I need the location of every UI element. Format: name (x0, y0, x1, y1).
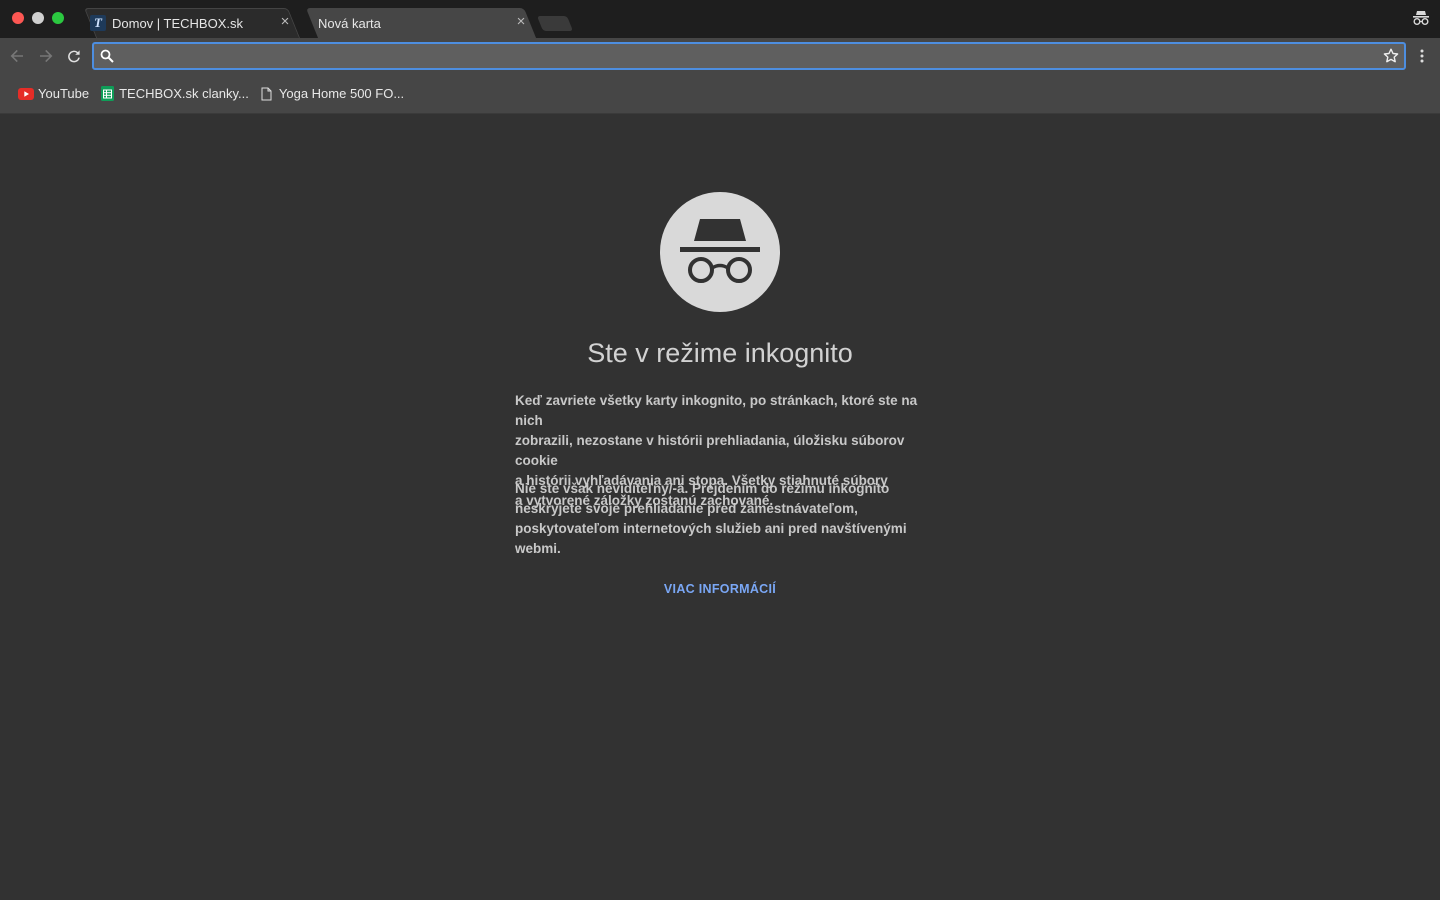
tab-techbox[interactable]: T Domov | TECHBOX.sk × (83, 8, 301, 38)
text-line: Keď zavriete všetky karty inkognito, po … (515, 393, 918, 428)
window-minimize-button[interactable] (32, 12, 44, 24)
tab-title: Nová karta (318, 15, 381, 31)
tab-close-icon[interactable]: × (278, 14, 292, 29)
text-line: poskytovateľom internetových služieb ani… (515, 521, 907, 556)
address-input[interactable] (115, 44, 1382, 68)
chrome-menu-button[interactable] (1412, 46, 1432, 66)
bookmark-youtube[interactable]: YouTube (18, 86, 89, 102)
bookmarks-bar: YouTube TECHBOX.sk clanky... Yoga Home 5… (0, 74, 1440, 114)
tab-strip: T Domov | TECHBOX.sk × Nová karta × (0, 0, 1440, 38)
youtube-icon (18, 86, 34, 102)
tab-new-tab[interactable]: Nová karta × (305, 8, 537, 38)
incognito-indicator-icon (1413, 11, 1429, 25)
incognito-spy-icon (680, 219, 760, 283)
toolbar (0, 38, 1440, 74)
text-line: zobrazili, nezostane v histórii prehliad… (515, 433, 905, 468)
search-icon (100, 49, 114, 63)
incognito-description-2: Nie ste však neviditeľný/-á. Prejdením d… (515, 479, 935, 559)
reload-button[interactable] (63, 45, 85, 67)
window-close-button[interactable] (12, 12, 24, 24)
omnibox[interactable] (92, 42, 1406, 70)
reload-icon (68, 50, 80, 63)
learn-more-link[interactable]: VIAC INFORMÁCIÍ (0, 582, 1440, 596)
tab-close-icon[interactable]: × (514, 14, 528, 29)
page-icon (259, 86, 275, 102)
more-vertical-icon (1420, 49, 1424, 63)
text-line: neskryjete svoje prehliadanie pred zames… (515, 501, 858, 516)
bookmark-label: YouTube (38, 86, 90, 101)
arrow-left-icon (10, 49, 23, 63)
sheets-icon (99, 86, 115, 102)
window-maximize-button[interactable] (52, 12, 64, 24)
page-title: Ste v režime inkognito (587, 338, 853, 368)
techbox-favicon-icon: T (90, 15, 106, 31)
incognito-page: Ste v režime inkognito Keď zavriete všet… (0, 114, 1440, 900)
arrow-right-icon (40, 49, 53, 63)
new-tab-button[interactable] (536, 16, 574, 31)
incognito-logo (660, 192, 780, 312)
bookmark-star-icon[interactable] (1382, 47, 1400, 65)
back-button[interactable] (6, 45, 28, 67)
bookmark-techbox-clanky[interactable]: TECHBOX.sk clanky... (99, 86, 249, 102)
forward-button[interactable] (35, 45, 57, 67)
bookmark-yoga-home[interactable]: Yoga Home 500 FO... (259, 86, 404, 102)
tab-title: Domov | TECHBOX.sk (112, 15, 243, 31)
bookmark-label: Yoga Home 500 FO... (278, 86, 405, 101)
bookmark-label: TECHBOX.sk clanky... (119, 86, 249, 101)
text-line: Nie ste však neviditeľný/-á. Prejdením d… (515, 481, 890, 496)
